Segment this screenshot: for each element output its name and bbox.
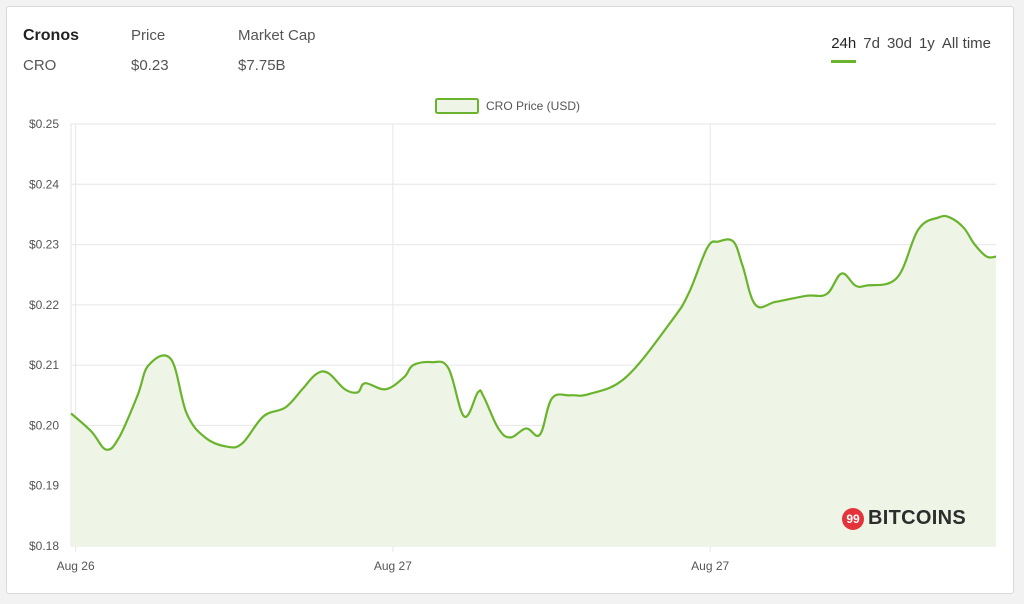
y-tick-label: $0.18 [29, 539, 59, 553]
legend-swatch [435, 98, 479, 114]
x-tick-label: Aug 27 [691, 559, 729, 573]
bitcoins-logo: 99 BITCOINS [842, 507, 966, 530]
logo-badge-icon: 99 [842, 507, 864, 530]
y-tick-label: $0.20 [29, 418, 59, 432]
x-tick-label: Aug 27 [374, 559, 412, 573]
legend-label: CRO Price (USD) [486, 99, 580, 113]
y-tick-label: $0.25 [29, 117, 59, 131]
y-tick-label: $0.22 [29, 298, 59, 312]
logo-text: BITCOINS [868, 507, 966, 529]
y-axis: $0.25 $0.24 $0.23 $0.22 $0.21 $0.20 $0.19 $0.18 [29, 117, 59, 553]
x-axis: Aug 26 Aug 27 Aug 27 [57, 559, 730, 573]
y-tick-label: $0.23 [29, 238, 59, 252]
price-area-fill [71, 215, 996, 546]
chart-legend: CRO Price (USD) [435, 98, 580, 114]
y-tick-label: $0.24 [29, 177, 59, 191]
y-tick-label: $0.21 [29, 358, 59, 372]
x-tick-label: Aug 26 [57, 559, 95, 573]
y-tick-label: $0.19 [29, 479, 59, 493]
